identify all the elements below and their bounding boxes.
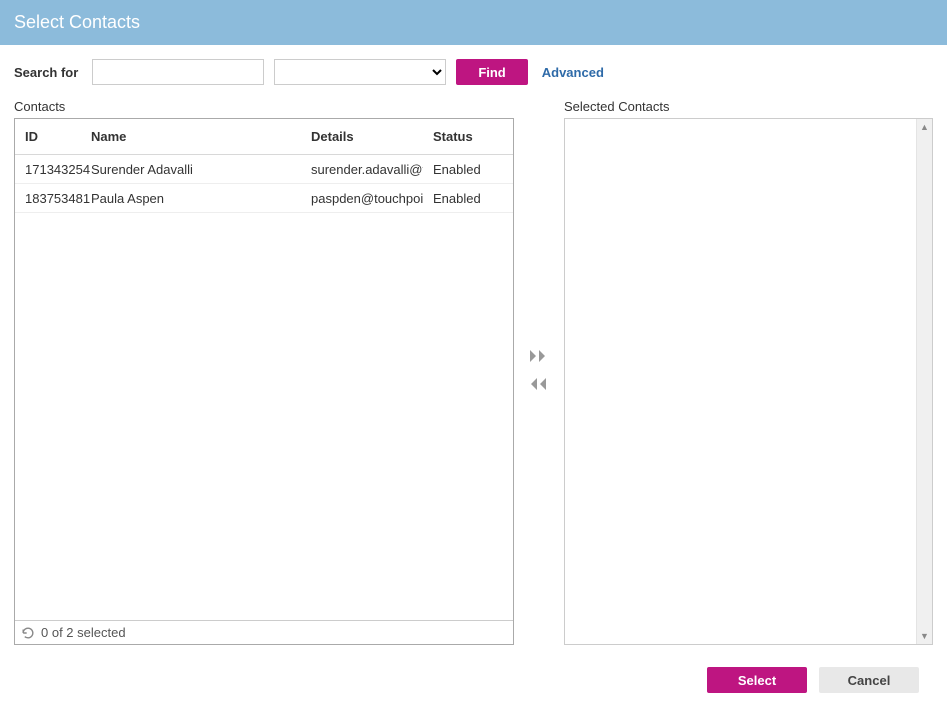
scroll-down-icon[interactable]: ▼ [917,628,932,644]
cell-status: Enabled [423,162,513,177]
panels-container: Contacts ID Name Details Status 17134325… [0,93,947,645]
table-row[interactable]: 171343254 Surender Adavalli surender.ada… [15,155,513,184]
find-button[interactable]: Find [456,59,527,85]
dialog-actions: Select Cancel [0,645,947,693]
search-input[interactable] [92,59,264,85]
selection-count: 0 of 2 selected [41,625,126,640]
cancel-button[interactable]: Cancel [819,667,919,693]
grid-header: ID Name Details Status [15,119,513,155]
grid-body: 171343254 Surender Adavalli surender.ada… [15,155,513,620]
dialog-header: Select Contacts [0,0,947,45]
cell-status: Enabled [423,191,513,206]
column-header-name[interactable]: Name [91,129,311,144]
move-left-button[interactable] [529,377,549,391]
select-button[interactable]: Select [707,667,807,693]
scroll-up-icon[interactable]: ▲ [917,119,932,135]
cell-name: Surender Adavalli [91,162,311,177]
grid-footer: 0 of 2 selected [15,620,513,644]
selected-contacts-label: Selected Contacts [564,99,933,114]
move-right-button[interactable] [529,349,549,363]
cell-id: 183753481 [15,191,91,206]
cell-id: 171343254 [15,162,91,177]
contacts-grid: ID Name Details Status 171343254 Surende… [14,118,514,645]
cell-name: Paula Aspen [91,191,311,206]
advanced-link[interactable]: Advanced [542,65,604,80]
cell-details: surender.adavalli@tc [311,162,423,177]
table-row[interactable]: 183753481 Paula Aspen paspden@touchpoir … [15,184,513,213]
column-header-id[interactable]: ID [15,129,91,144]
contacts-panel: Contacts ID Name Details Status 17134325… [14,99,514,645]
selected-contacts-list[interactable]: ▲ ▼ [564,118,933,645]
refresh-icon[interactable] [21,626,35,640]
dialog-title: Select Contacts [14,12,140,32]
column-header-details[interactable]: Details [311,129,423,144]
search-type-select[interactable] [274,59,446,85]
transfer-controls [514,99,564,391]
scrollbar[interactable]: ▲ ▼ [916,119,932,644]
selected-contacts-panel: Selected Contacts ▲ ▼ [564,99,933,645]
contacts-panel-label: Contacts [14,99,514,114]
search-bar: Search for Find Advanced [0,45,947,93]
column-header-status[interactable]: Status [423,129,513,144]
cell-details: paspden@touchpoir [311,191,423,206]
search-label: Search for [14,65,78,80]
